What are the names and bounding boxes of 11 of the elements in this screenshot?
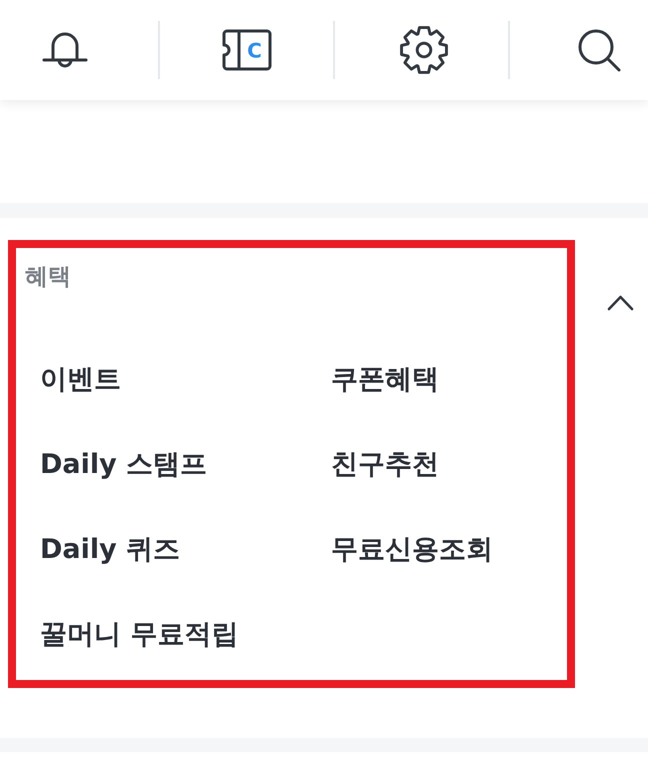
menu-link[interactable]: Daily 스탬프 [40, 446, 208, 482]
menu-link[interactable]: 쿠폰혜택 [331, 362, 439, 398]
settings-icon[interactable] [398, 25, 448, 75]
chevron-icon[interactable] [607, 294, 634, 311]
menu-link[interactable]: 꿀머니 무료적립 [40, 616, 238, 652]
menu-link[interactable]: 무료신용조회 [331, 532, 493, 568]
menu-link[interactable]: 친구추천 [331, 446, 439, 482]
search-icon[interactable] [577, 28, 621, 72]
menu-link[interactable]: Daily 퀴즈 [40, 532, 180, 568]
section-title: 혜택 [25, 263, 71, 292]
menu-link[interactable]: 이벤트 [40, 362, 121, 398]
